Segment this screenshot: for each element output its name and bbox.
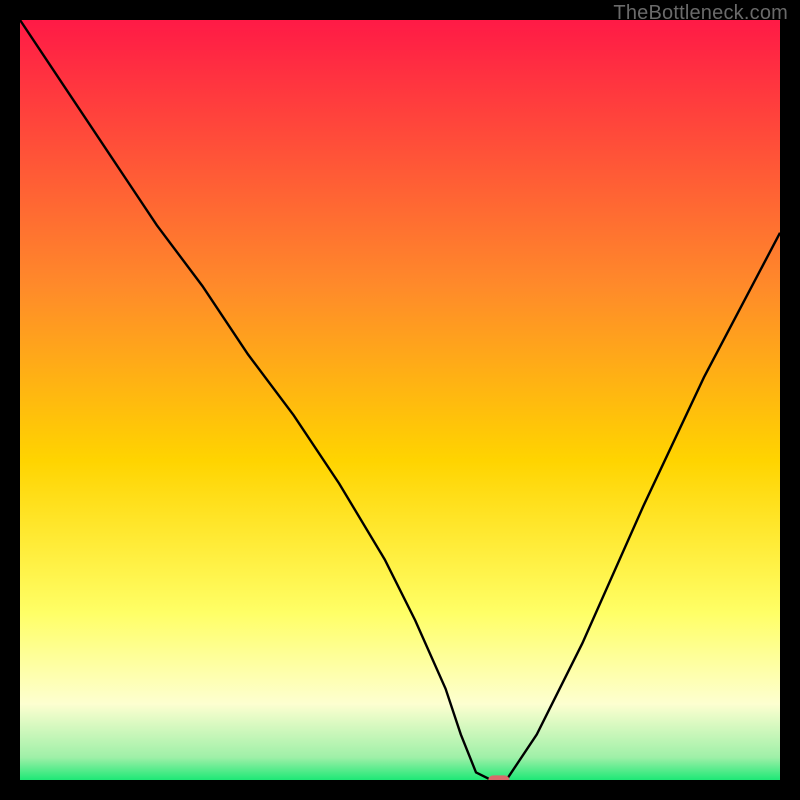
bottleneck-chart — [20, 20, 780, 780]
plot-area — [20, 20, 780, 780]
optimal-marker — [488, 775, 509, 780]
chart-frame: TheBottleneck.com — [0, 0, 800, 800]
gradient-background — [20, 20, 780, 780]
